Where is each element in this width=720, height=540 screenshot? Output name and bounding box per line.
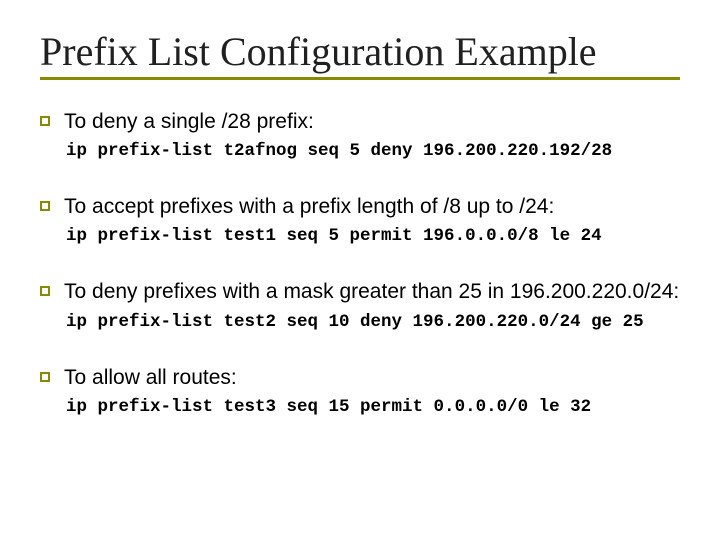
item-code: ip prefix-list test3 seq 15 permit 0.0.0…	[66, 397, 680, 419]
square-bullet-icon	[40, 286, 50, 296]
item-lead: To deny prefixes with a mask greater tha…	[64, 278, 679, 305]
square-bullet-icon	[40, 372, 50, 382]
list-item: To allow all routes:	[40, 364, 680, 391]
item-code: ip prefix-list test2 seq 10 deny 196.200…	[66, 312, 680, 334]
item-lead: To deny a single /28 prefix:	[64, 108, 314, 135]
title-underline	[40, 77, 680, 80]
square-bullet-icon	[40, 116, 50, 126]
slide-title: Prefix List Configuration Example	[40, 28, 680, 75]
square-bullet-icon	[40, 201, 50, 211]
slide: Prefix List Configuration Example To den…	[0, 0, 720, 540]
item-lead: To accept prefixes with a prefix length …	[64, 193, 554, 220]
list-item: To accept prefixes with a prefix length …	[40, 193, 680, 220]
item-lead: To allow all routes:	[64, 364, 237, 391]
list-item: To deny a single /28 prefix:	[40, 108, 680, 135]
list-item: To deny prefixes with a mask greater tha…	[40, 278, 680, 305]
item-code: ip prefix-list test1 seq 5 permit 196.0.…	[66, 226, 680, 248]
item-code: ip prefix-list t2afnog seq 5 deny 196.20…	[66, 141, 680, 163]
